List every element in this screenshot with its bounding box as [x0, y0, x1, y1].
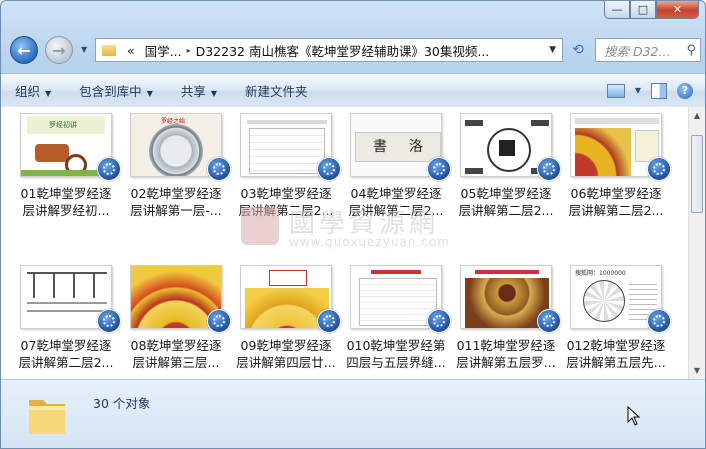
- media-player-icon: [537, 157, 561, 181]
- file-name[interactable]: 05乾坤堂罗经逐 层讲解第二层2...: [451, 185, 561, 219]
- chevron-down-icon: ▼: [146, 89, 153, 98]
- organize-menu[interactable]: 组织 ▼: [1, 81, 65, 100]
- file-name[interactable]: 06乾坤堂罗经逐 层讲解第二层2...: [561, 185, 671, 219]
- share-menu[interactable]: 共享 ▼: [167, 81, 231, 100]
- search-input[interactable]: 搜索 D32... ⚲: [595, 38, 701, 62]
- media-player-icon: [647, 157, 671, 181]
- watermark-url: www.guoxuezyuan.com: [289, 235, 450, 249]
- file-name[interactable]: 07乾坤堂罗经逐 层讲解第二层2...: [11, 337, 121, 371]
- arrow-right-icon: →: [52, 40, 66, 60]
- video-file-item[interactable]: 書 洛 04乾坤堂罗经逐 层讲解第二层2...: [341, 109, 451, 225]
- file-name[interactable]: 010乾坤堂罗经第 四层与五层界缝...: [341, 337, 451, 371]
- window-controls: — □ ✕: [604, 1, 699, 19]
- maximize-button[interactable]: □: [630, 1, 656, 19]
- include-library-menu[interactable]: 包含到库中 ▼: [65, 81, 167, 100]
- back-button[interactable]: ←: [10, 36, 38, 64]
- video-file-item[interactable]: 09乾坤堂罗经逐 层讲解第四层廿...: [231, 261, 341, 377]
- video-file-item[interactable]: 010乾坤堂罗经第 四层与五层界缝...: [341, 261, 451, 377]
- navigation-bar: ← → ▼ « 国学... ▸ D32232 南山樵客《乾坤堂罗经辅助课》30集…: [1, 33, 705, 69]
- media-player-icon: [97, 157, 121, 181]
- details-pane: 30 个对象: [1, 379, 705, 448]
- item-count: 30 个对象: [93, 396, 151, 411]
- media-player-icon: [97, 309, 121, 333]
- scroll-down-icon[interactable]: ▼: [689, 362, 705, 379]
- help-icon[interactable]: ?: [677, 82, 693, 99]
- file-name[interactable]: 01乾坤堂罗经逐 层讲解罗经初...: [11, 185, 121, 219]
- arrow-left-icon: ←: [17, 40, 31, 60]
- view-dropdown-icon[interactable]: ▼: [635, 86, 641, 95]
- change-view-icon[interactable]: [606, 83, 625, 98]
- close-button[interactable]: ✕: [656, 1, 699, 19]
- breadcrumb-separator[interactable]: ▸: [187, 46, 191, 55]
- share-label: 共享: [180, 84, 206, 99]
- scrollbar-thumb[interactable]: [691, 135, 703, 213]
- thumbnail-caption: 搜狐网：1000000: [575, 270, 626, 277]
- refresh-icon: ⟲: [572, 42, 584, 58]
- media-player-icon: [207, 157, 231, 181]
- chevron-down-icon: ▼: [210, 89, 218, 98]
- thumbnail-char: 書: [373, 139, 387, 155]
- video-file-item[interactable]: 07乾坤堂罗经逐 层讲解第二层2...: [11, 261, 121, 377]
- video-file-item[interactable]: 05乾坤堂罗经逐 层讲解第二层2...: [451, 109, 561, 225]
- media-player-icon: [427, 309, 451, 333]
- breadcrumb-segment[interactable]: D32232 南山樵客《乾坤堂罗经辅助课》30集视频...: [196, 41, 490, 60]
- vertical-scrollbar[interactable]: ▲ ▼: [688, 107, 705, 379]
- address-overflow[interactable]: «: [127, 43, 135, 58]
- file-name[interactable]: 04乾坤堂罗经逐 层讲解第二层2...: [341, 185, 451, 219]
- forward-button[interactable]: →: [45, 36, 73, 64]
- explorer-window: — □ ✕ ← → ▼ « 国学... ▸ D32232 南山樵客《乾坤堂罗经辅…: [0, 0, 706, 449]
- recent-pages-dropdown[interactable]: ▼: [81, 45, 87, 54]
- video-file-item[interactable]: 罗经之始 02乾坤堂罗经逐 层讲解第一层-...: [121, 109, 231, 225]
- address-dropdown-icon[interactable]: ▼: [549, 45, 556, 55]
- scroll-up-icon[interactable]: ▲: [689, 107, 705, 124]
- thumbnail-title: 罗经初讲: [49, 121, 77, 129]
- video-file-item[interactable]: 罗经初讲 01乾坤堂罗经逐 层讲解罗经初...: [11, 109, 121, 225]
- video-file-item[interactable]: 搜狐网：1000000 012乾坤堂罗经逐 层讲解第五层先...: [561, 261, 671, 377]
- file-name[interactable]: 03乾坤堂罗经逐 层讲解第二层2...: [231, 185, 341, 219]
- thumbnail-char: 洛: [409, 139, 423, 155]
- refresh-button[interactable]: ⟲: [566, 38, 590, 62]
- search-icon[interactable]: ⚲: [686, 43, 696, 58]
- video-file-item[interactable]: 03乾坤堂罗经逐 层讲解第二层2...: [231, 109, 341, 225]
- folder-icon: [102, 44, 116, 56]
- media-player-icon: [317, 309, 341, 333]
- file-name[interactable]: 08乾坤堂罗经逐 层讲解第三层...: [121, 337, 231, 371]
- address-bar[interactable]: « 国学... ▸ D32232 南山樵客《乾坤堂罗经辅助课》30集视频... …: [95, 38, 563, 62]
- breadcrumb-segment[interactable]: 国学...: [145, 41, 182, 60]
- media-player-icon: [207, 309, 231, 333]
- file-list[interactable]: 罗经初讲 01乾坤堂罗经逐 层讲解罗经初... 罗经之始 02乾坤堂罗经逐 层讲解第…: [1, 107, 705, 379]
- video-file-item[interactable]: 08乾坤堂罗经逐 层讲解第三层...: [121, 261, 231, 377]
- video-file-item[interactable]: 011乾坤堂罗经逐 层讲解第五层罗...: [451, 261, 561, 377]
- folder-icon: [29, 400, 65, 434]
- file-name[interactable]: 09乾坤堂罗经逐 层讲解第四层廿...: [231, 337, 341, 371]
- media-player-icon: [647, 309, 671, 333]
- include-library-label: 包含到库中: [79, 84, 142, 99]
- file-name[interactable]: 02乾坤堂罗经逐 层讲解第一层-...: [121, 185, 231, 219]
- view-controls: ▼ ?: [606, 82, 705, 99]
- file-name[interactable]: 012乾坤堂罗经逐 层讲解第五层先...: [561, 337, 671, 371]
- mouse-cursor-icon: [627, 406, 641, 426]
- file-name[interactable]: 011乾坤堂罗经逐 层讲解第五层罗...: [451, 337, 561, 371]
- preview-pane-icon[interactable]: [651, 82, 667, 99]
- command-bar: 组织 ▼ 包含到库中 ▼ 共享 ▼ 新建文件夹 ▼ ?: [1, 73, 705, 108]
- minimize-button[interactable]: —: [604, 1, 630, 19]
- media-player-icon: [317, 157, 341, 181]
- video-file-item[interactable]: 06乾坤堂罗经逐 层讲解第二层2...: [561, 109, 671, 225]
- chevron-down-icon: ▼: [45, 89, 52, 98]
- organize-label: 组织: [15, 84, 41, 99]
- new-folder-button[interactable]: 新建文件夹: [231, 81, 322, 100]
- media-player-icon: [537, 309, 561, 333]
- media-player-icon: [427, 157, 451, 181]
- search-placeholder: 搜索 D32...: [604, 43, 671, 59]
